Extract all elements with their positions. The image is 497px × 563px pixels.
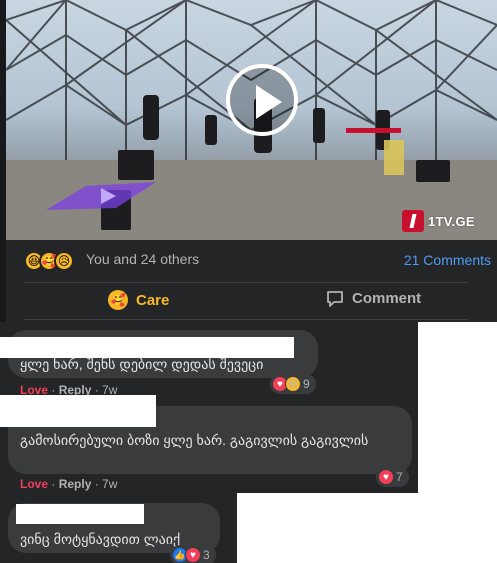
- sad-reaction-icon: 😥: [54, 251, 74, 271]
- comment-3-reaction-count: 3: [203, 548, 210, 562]
- reactions-count-text[interactable]: You and 24 others: [86, 251, 199, 267]
- love-reaction-icon: ♥: [185, 547, 201, 563]
- channel-logo-mark: [402, 210, 424, 232]
- comment-label: Comment: [352, 290, 422, 307]
- care-button[interactable]: 🥰 Care: [108, 290, 169, 310]
- comment-icon: [327, 290, 343, 307]
- care-emoji-icon: 🥰: [108, 290, 128, 310]
- care-label: Care: [136, 291, 170, 309]
- haha-reaction-icon: 😆: [285, 376, 301, 392]
- comment-1-text: ყლე ხარ, შენს დებილ დედას შევეცი: [20, 356, 264, 372]
- reaction-icons[interactable]: 😆 🥰 😥: [24, 251, 74, 271]
- reactions-summary: 😆 🥰 😥 You and 24 others 21 Comments: [6, 242, 497, 278]
- post-actions: 🥰 Care Comment: [6, 284, 497, 318]
- comment-3-author-redacted: [16, 504, 144, 524]
- comment-2-reply-link[interactable]: Reply: [59, 477, 92, 491]
- video-post: 1TV.GE 😆 🥰 😥 You and 24 others 21 Commen…: [0, 0, 497, 322]
- comment-3-text: ვინც მოტყნავდით ლაიქ: [20, 531, 181, 547]
- divider: [24, 319, 468, 320]
- video-player[interactable]: 1TV.GE: [6, 0, 497, 240]
- comment-button[interactable]: Comment: [326, 290, 421, 307]
- comment-2-reactions[interactable]: ♥ 7: [376, 467, 409, 487]
- channel-logo-text: 1TV.GE: [428, 213, 475, 229]
- love-reaction-icon: ♥: [378, 469, 394, 485]
- channel-logo: 1TV.GE: [402, 208, 475, 234]
- comment-2-reaction-count: 7: [396, 470, 403, 484]
- comment-2-author-redacted: [0, 395, 156, 427]
- play-button[interactable]: [226, 64, 298, 136]
- comment-1-author-redacted: [0, 337, 294, 358]
- comment-2-text: გამოსირებული ბოზი ყლე ხარ. გაგივლის გაგი…: [20, 432, 369, 448]
- comments-count-link[interactable]: 21 Comments: [404, 252, 491, 268]
- divider: [24, 282, 468, 283]
- video-watermark: [46, 182, 156, 210]
- comment-2-time[interactable]: 7w: [102, 477, 117, 491]
- comment-2-meta: Love · Reply · 7w: [20, 477, 118, 491]
- comment-2-love-link[interactable]: Love: [20, 477, 48, 491]
- comment-1-reaction-count: 9: [303, 377, 310, 391]
- comment-3-reactions[interactable]: 👍 ♥ 3: [170, 545, 216, 563]
- play-icon: [256, 85, 282, 119]
- comment-1-reactions[interactable]: ♥ 😆 9: [270, 374, 316, 394]
